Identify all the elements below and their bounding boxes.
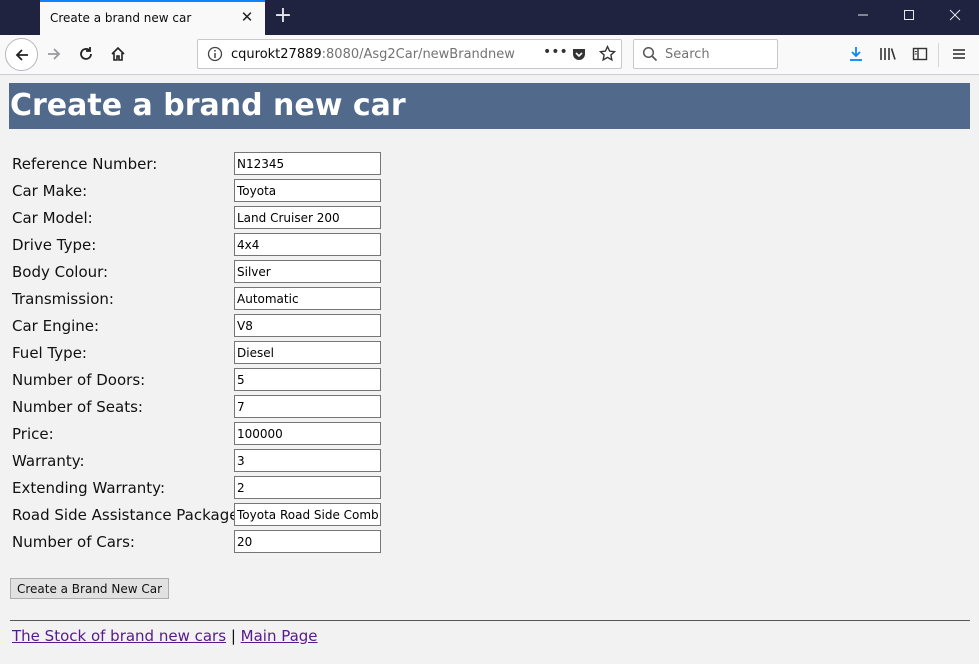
close-tab-icon[interactable]: ✕ [238,8,256,26]
url-text[interactable]: cqurokt27889:8080/Asg2Car/newBrandnew [231,47,531,62]
page-content: Create a brand new car Reference Number:… [0,76,979,664]
sidebar-icon[interactable] [905,39,935,69]
back-icon[interactable] [5,38,38,71]
navigation-toolbar: cqurokt27889:8080/Asg2Car/newBrandnew ••… [0,35,979,75]
pocket-icon[interactable] [571,46,587,66]
toolbar-separator [938,43,939,67]
form-row-car-engine: Car Engine: [12,314,392,338]
library-icon[interactable] [873,39,903,69]
transmission-input[interactable] [234,287,381,310]
menu-icon[interactable] [944,39,974,69]
label-extending-warranty: Extending Warranty: [12,479,166,497]
number-of-doors-input[interactable] [234,368,381,391]
home-icon[interactable] [103,39,133,69]
car-engine-input[interactable] [234,314,381,337]
url-host: cqurokt27889 [231,47,322,62]
label-transmission: Transmission: [12,290,114,308]
form-row-price: Price: [12,422,392,446]
star-icon[interactable] [598,44,617,66]
body-colour-input[interactable] [234,260,381,283]
search-placeholder: Search [665,47,710,62]
browser-tab[interactable]: Create a brand new car ✕ [40,0,265,35]
form-row-number-of-seats: Number of Seats: [12,395,392,419]
label-car-make: Car Make: [12,182,88,200]
car-make-input[interactable] [234,179,381,202]
footer-links: The Stock of brand new cars | Main Page [12,627,318,645]
label-price: Price: [12,425,54,443]
label-road-side-assistance: Road Side Assistance Package: [12,506,244,524]
main-page-link[interactable]: Main Page [241,627,318,645]
form-row-transmission: Transmission: [12,287,392,311]
fuel-type-input[interactable] [234,341,381,364]
label-number-of-cars: Number of Cars: [12,533,135,551]
reference-number-input[interactable] [234,152,381,175]
footer-separator: | [226,627,241,645]
warranty-input[interactable] [234,449,381,472]
reload-icon[interactable] [71,39,101,69]
form-row-road-side-assistance: Road Side Assistance Package: [12,503,392,527]
more-icon[interactable]: ••• [543,44,568,60]
car-model-input[interactable] [234,206,381,229]
number-of-seats-input[interactable] [234,395,381,418]
new-tab-icon[interactable]: + [270,3,296,29]
search-bar[interactable]: Search [633,39,778,69]
stock-link[interactable]: The Stock of brand new cars [12,627,226,645]
label-car-model: Car Model: [12,209,93,227]
label-number-of-doors: Number of Doors: [12,371,146,389]
label-body-colour: Body Colour: [12,263,109,281]
label-reference-number: Reference Number: [12,155,158,173]
tab-title: Create a brand new car [50,11,192,25]
create-car-button[interactable]: Create a Brand New Car [10,578,169,599]
price-input[interactable] [234,422,381,445]
number-of-cars-input[interactable] [234,530,381,553]
form-row-car-model: Car Model: [12,206,392,230]
maximize-icon[interactable] [886,0,932,35]
form-row-reference-number: Reference Number: [12,152,392,176]
form-row-car-make: Car Make: [12,179,392,203]
info-icon[interactable] [207,46,223,66]
drive-type-input[interactable] [234,233,381,256]
label-number-of-seats: Number of Seats: [12,398,143,416]
label-drive-type: Drive Type: [12,236,97,254]
label-fuel-type: Fuel Type: [12,344,87,362]
form-row-extending-warranty: Extending Warranty: [12,476,392,500]
window-titlebar: Create a brand new car ✕ + [0,0,979,35]
forward-icon[interactable] [39,39,69,69]
label-warranty: Warranty: [12,452,85,470]
footer-divider [10,620,970,621]
form-row-number-of-doors: Number of Doors: [12,368,392,392]
form-row-warranty: Warranty: [12,449,392,473]
extending-warranty-input[interactable] [234,476,381,499]
search-icon [642,46,658,66]
download-icon[interactable] [841,39,871,69]
page-title: Create a brand new car [9,83,970,129]
road-side-assistance-input[interactable] [234,503,381,526]
close-window-icon[interactable] [932,0,978,35]
form-row-fuel-type: Fuel Type: [12,341,392,365]
form-row-number-of-cars: Number of Cars: [12,530,392,554]
url-path: :8080/Asg2Car/newBrandnew [321,47,515,62]
form-row-body-colour: Body Colour: [12,260,392,284]
label-car-engine: Car Engine: [12,317,100,335]
form-row-drive-type: Drive Type: [12,233,392,257]
address-bar[interactable]: cqurokt27889:8080/Asg2Car/newBrandnew ••… [197,39,622,69]
minimize-icon[interactable] [840,0,886,35]
